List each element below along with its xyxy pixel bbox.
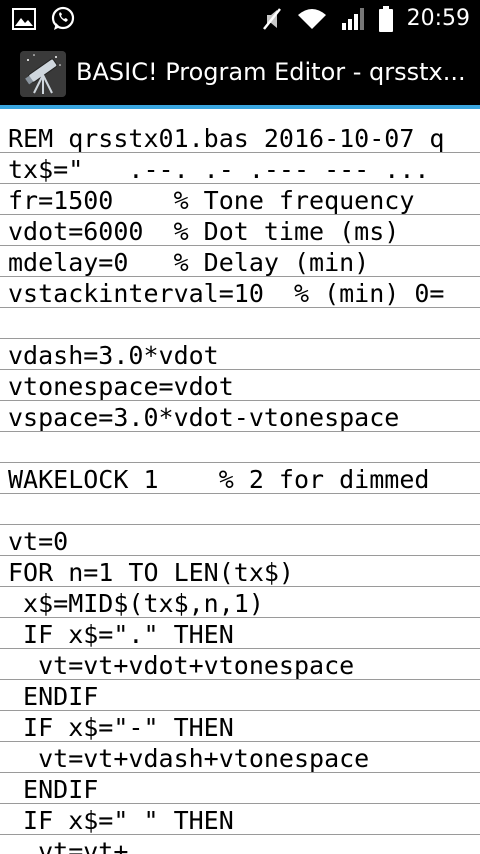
image-icon [12, 8, 36, 30]
editor-line[interactable]: vt=0 [0, 525, 480, 556]
program-editor[interactable]: REM qrsstx01.bas 2016-10-07 q tx$="___.-… [0, 112, 480, 854]
editor-line[interactable]: x$=MID$(tx$,n,1) [0, 587, 480, 618]
status-bar-notifications [12, 6, 76, 32]
app-bar: BASIC! Program Editor - qrsstx... [0, 38, 480, 108]
editor-line[interactable]: vt=vt+vdot+vtonespace [0, 649, 480, 680]
editor-line[interactable]: fr=1500 % Tone frequency [0, 184, 480, 215]
status-bar: 20:59 [0, 0, 480, 38]
editor-line[interactable]: FOR n=1 TO LEN(tx$) [0, 556, 480, 587]
editor-line[interactable]: IF x$="." THEN [0, 618, 480, 649]
editor-line[interactable]: IF x$="_" THEN [0, 804, 480, 835]
editor-line[interactable]: vtonespace=vdot [0, 370, 480, 401]
page-title: BASIC! Program Editor - qrsstx... [76, 58, 466, 86]
editor-line[interactable]: vstackinterval=10 % (min) 0= [0, 277, 480, 308]
wifi-icon [297, 9, 326, 29]
editor-line[interactable]: mdelay=0 % Delay (min) [0, 246, 480, 277]
editor-line[interactable]: vdot=6000 % Dot time (ms) [0, 215, 480, 246]
telescope-app-icon[interactable] [20, 51, 66, 97]
whatsapp-icon [51, 6, 75, 30]
editor-line[interactable] [0, 494, 480, 525]
status-time: 20:59 [406, 6, 470, 31]
mute-icon [262, 8, 281, 30]
editor-line[interactable]: WAKELOCK 1 % 2 for dimmed [0, 463, 480, 494]
editor-line[interactable]: vt=vt+ [0, 835, 480, 854]
editor-line[interactable]: vdash=3.0*vdot [0, 339, 480, 370]
editor-line[interactable]: tx$="___.--._.-_.---_---_... [0, 153, 480, 184]
signal-icon [341, 8, 364, 30]
status-bar-system: 20:59 [261, 4, 470, 34]
editor-line[interactable] [0, 432, 480, 463]
editor-line[interactable]: ENDIF [0, 773, 480, 804]
editor-line[interactable]: vspace=3.0*vdot-vtonespace [0, 401, 480, 432]
editor-line[interactable]: IF x$="-" THEN [0, 711, 480, 742]
editor-line[interactable] [0, 308, 480, 339]
app-bar-divider [0, 105, 480, 109]
editor-line[interactable]: REM qrsstx01.bas 2016-10-07 q [0, 122, 480, 153]
editor-line[interactable]: vt=vt+vdash+vtonespace [0, 742, 480, 773]
battery-icon [378, 6, 393, 32]
editor-line[interactable]: ENDIF [0, 680, 480, 711]
